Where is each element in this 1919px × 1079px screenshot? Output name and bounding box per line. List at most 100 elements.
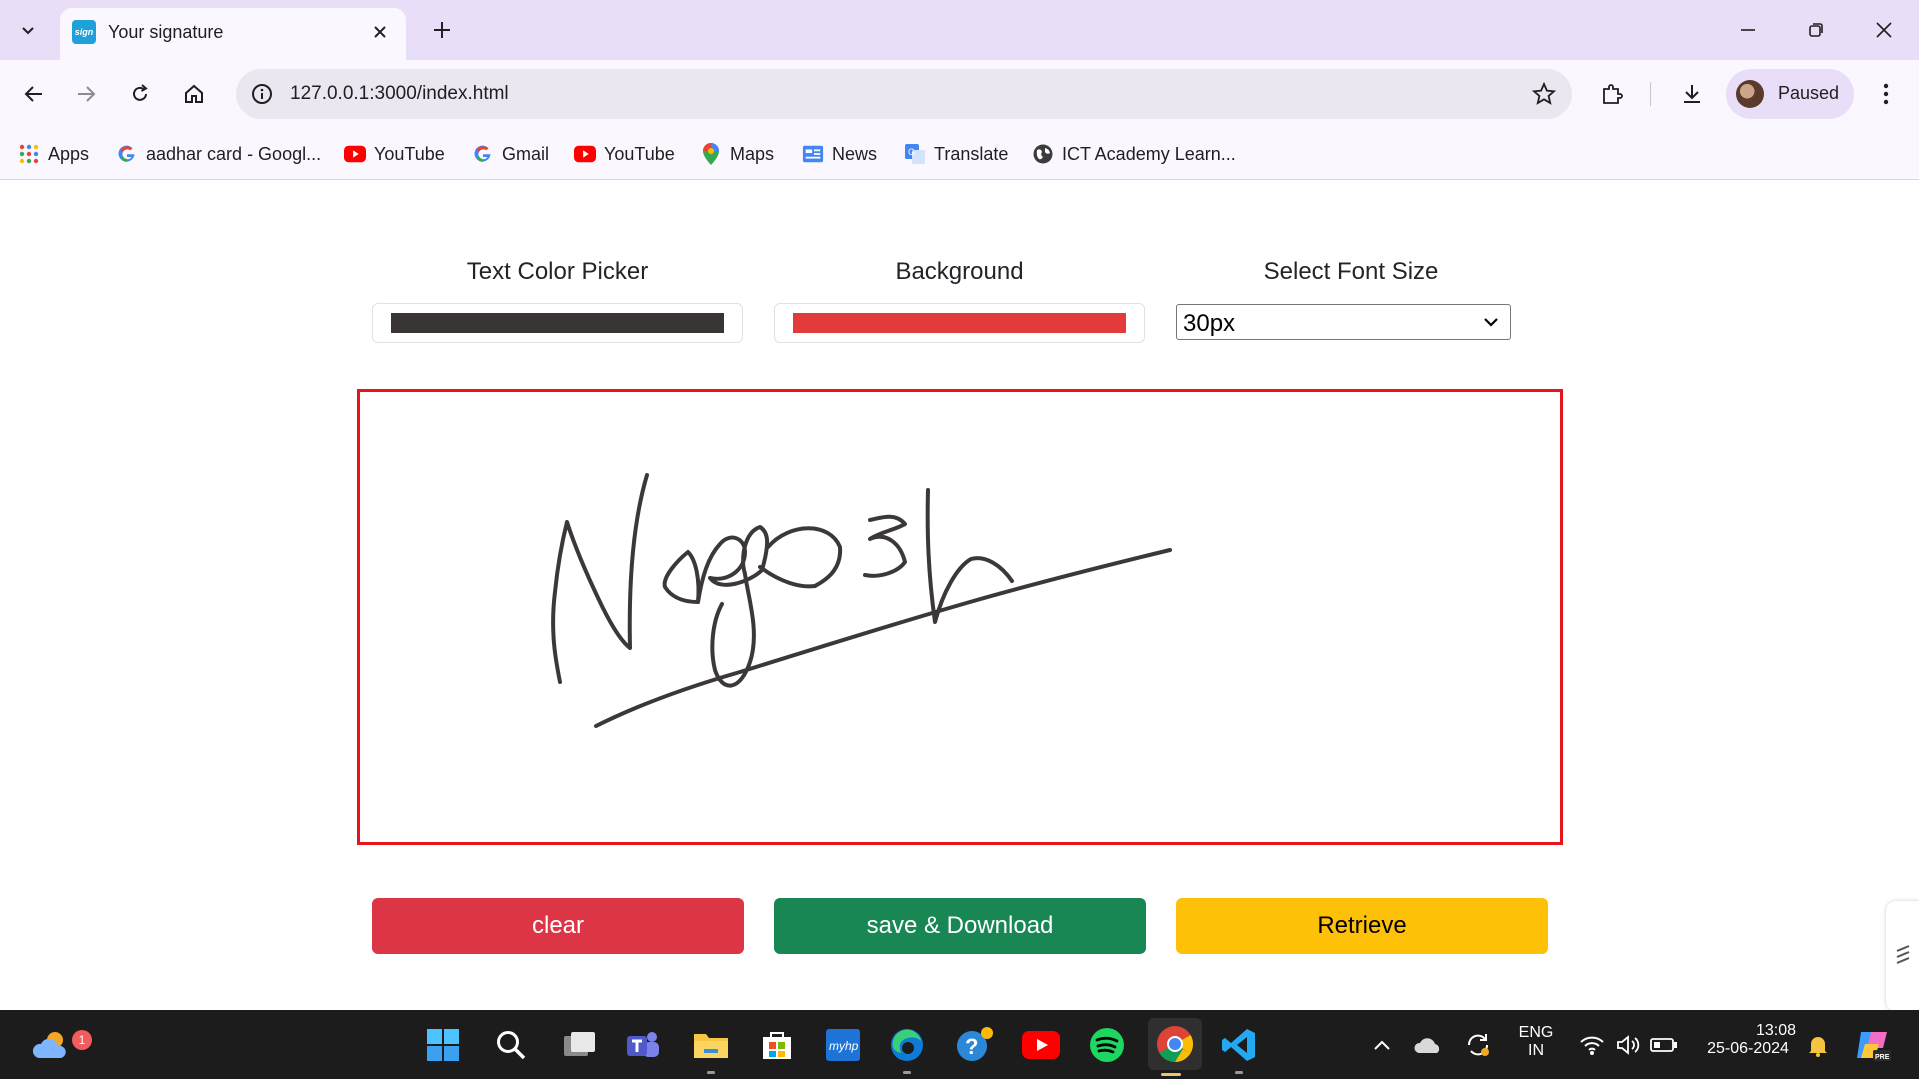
minimize-icon	[1741, 29, 1755, 31]
profile-status: Paused	[1778, 83, 1840, 103]
bookmark-news[interactable]: News	[802, 140, 877, 168]
forward-button[interactable]	[66, 74, 106, 114]
site-info-button[interactable]	[246, 78, 278, 110]
onedrive-tray[interactable]	[1408, 1022, 1448, 1068]
sync-tray[interactable]	[1458, 1022, 1498, 1068]
translate-icon: G	[904, 143, 926, 165]
bookmark-label: Gmail	[502, 143, 550, 164]
running-indicator	[903, 1071, 911, 1074]
tab-search-button[interactable]	[8, 10, 48, 50]
running-indicator	[1161, 1073, 1181, 1076]
side-panel-handle[interactable]	[1886, 901, 1919, 1011]
spotify-app[interactable]	[1084, 1022, 1130, 1068]
tab-close-button[interactable]	[368, 20, 392, 44]
teams-app[interactable]	[620, 1022, 666, 1068]
vscode-app[interactable]	[1216, 1022, 1262, 1074]
signature-canvas[interactable]	[357, 389, 1563, 845]
font-size-label: Select Font Size	[1263, 258, 1439, 285]
chrome-app[interactable]	[1148, 1018, 1202, 1076]
signature-stroke	[696, 525, 769, 688]
running-indicator	[1235, 1071, 1243, 1074]
bookmark-aadhar-card[interactable]: aadhar card - Googl...	[116, 140, 321, 168]
profile-button[interactable]: Paused	[1726, 69, 1854, 119]
browser-menu-button[interactable]	[1866, 74, 1906, 114]
bookmark-translate[interactable]: G Translate	[904, 140, 1008, 168]
task-view-icon	[564, 1032, 595, 1056]
reload-button[interactable]	[120, 74, 160, 114]
get-help-app[interactable]: ?	[952, 1022, 998, 1068]
active-tab[interactable]: sign Your signature	[60, 8, 406, 60]
close-icon	[1876, 22, 1892, 38]
bell-icon	[1809, 1037, 1827, 1057]
myhp-icon: myhp	[826, 1029, 860, 1061]
bookmark-star-button[interactable]	[1528, 78, 1560, 110]
restore-button[interactable]	[1790, 8, 1842, 52]
signature-drawing	[551, 473, 1172, 728]
language-indicator[interactable]: ENG IN	[1508, 1024, 1564, 1060]
address-bar[interactable]: 127.0.0.1:3000/index.html	[236, 69, 1572, 119]
retrieve-button[interactable]: Retrieve	[1176, 898, 1548, 954]
save-download-button[interactable]: save & Download	[774, 898, 1146, 954]
bookmark-apps[interactable]: Apps	[18, 140, 89, 168]
task-view-button[interactable]	[556, 1022, 602, 1068]
volume-tray[interactable]	[1608, 1022, 1648, 1068]
bookmark-ict-academy[interactable]: ICT Academy Learn...	[1032, 140, 1236, 168]
minimize-button[interactable]	[1722, 8, 1774, 52]
back-button[interactable]	[14, 74, 54, 114]
bookmark-label: ICT Academy Learn...	[1062, 143, 1236, 164]
spotify-icon	[1090, 1028, 1124, 1062]
folder-icon	[694, 1034, 728, 1058]
youtube-app[interactable]	[1018, 1022, 1064, 1068]
bookmark-label: YouTube	[374, 143, 445, 164]
text-color-label: Text Color Picker	[466, 258, 649, 285]
handle-icon	[1896, 945, 1909, 964]
signature-stroke	[551, 473, 649, 684]
youtube-icon	[344, 143, 366, 165]
clock[interactable]: 13:08 25-06-2024	[1696, 1022, 1800, 1058]
file-explorer-app[interactable]	[688, 1022, 734, 1074]
region-code: IN	[1528, 1042, 1544, 1059]
home-icon	[185, 84, 203, 103]
google-icon	[472, 143, 494, 165]
font-size-select[interactable]: 30px	[1176, 304, 1511, 340]
svg-text:?: ?	[965, 1034, 978, 1059]
chrome-icon	[1157, 1026, 1194, 1062]
sync-icon	[1467, 1034, 1489, 1056]
battery-tray[interactable]	[1644, 1022, 1684, 1068]
home-button[interactable]	[174, 74, 214, 114]
running-indicator	[707, 1071, 715, 1074]
arrow-right-icon	[78, 86, 96, 102]
bookmark-youtube[interactable]: YouTube	[344, 140, 445, 168]
avatar	[1736, 80, 1764, 108]
background-label: Background	[895, 258, 1024, 285]
puzzle-icon	[1603, 84, 1623, 104]
extensions-button[interactable]	[1592, 74, 1632, 114]
weather-widget[interactable]: 1	[24, 1020, 92, 1070]
bookmark-youtube-2[interactable]: YouTube	[574, 140, 675, 168]
bookmark-maps[interactable]: Maps	[700, 140, 774, 168]
signature-stroke	[758, 565, 817, 589]
edge-app[interactable]	[884, 1022, 930, 1074]
signature-favicon-icon: sign	[72, 20, 96, 44]
downloads-button[interactable]	[1672, 74, 1712, 114]
start-button[interactable]	[420, 1022, 466, 1068]
toolbar-separator	[1650, 82, 1651, 106]
wifi-tray[interactable]	[1572, 1022, 1612, 1068]
close-window-button[interactable]	[1858, 8, 1910, 52]
help-icon: ?	[957, 1027, 993, 1061]
windows-logo-icon	[427, 1029, 459, 1061]
show-hidden-icons-button[interactable]	[1362, 1022, 1402, 1068]
windows-taskbar: 1 myhp ? ENG IN 13:08 25-06-2024 PRE	[0, 1010, 1919, 1079]
background-color-picker[interactable]	[774, 303, 1145, 343]
copilot-icon: PRE	[1857, 1032, 1891, 1061]
text-color-picker[interactable]	[372, 303, 743, 343]
myhp-app[interactable]: myhp	[820, 1022, 866, 1068]
new-tab-button[interactable]	[424, 12, 460, 48]
microsoft-store-app[interactable]	[754, 1022, 800, 1068]
clear-button[interactable]: clear	[372, 898, 744, 954]
notifications-button[interactable]	[1798, 1022, 1838, 1068]
info-icon	[252, 84, 272, 104]
copilot-button[interactable]: PRE	[1850, 1022, 1896, 1068]
bookmark-gmail[interactable]: Gmail	[472, 140, 549, 168]
taskbar-search-button[interactable]	[488, 1022, 534, 1068]
